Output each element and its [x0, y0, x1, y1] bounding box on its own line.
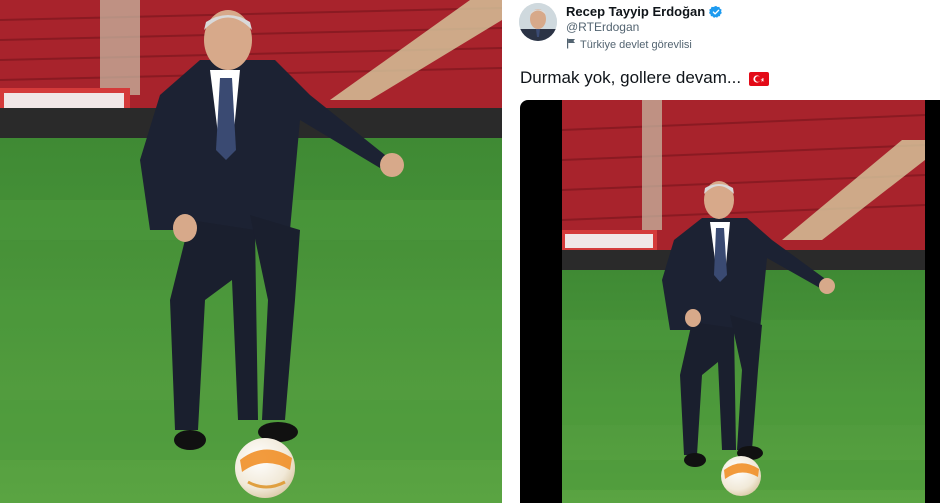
tweet-body: Durmak yok, gollere devam...	[520, 68, 742, 87]
tweet-card[interactable]: Recep Tayyip Erdoğan @RTErdogan Türkiye …	[508, 0, 940, 503]
verified-badge-icon	[709, 5, 723, 19]
avatar[interactable]	[519, 3, 557, 41]
author-handle[interactable]: @RTErdogan	[566, 20, 639, 34]
author-row[interactable]: Recep Tayyip Erdoğan	[566, 4, 723, 19]
author-name[interactable]: Recep Tayyip Erdoğan	[566, 4, 705, 19]
turkey-flag-icon	[749, 71, 770, 86]
tweet-media[interactable]	[520, 100, 940, 503]
player-photo	[0, 0, 502, 503]
avatar-image	[519, 3, 557, 41]
photo-left	[0, 0, 502, 503]
tweet-text: Durmak yok, gollere devam...	[520, 68, 770, 88]
tweet-media-image	[562, 100, 925, 503]
flag-label-icon	[566, 38, 576, 52]
account-label-text: Türkiye devlet görevlisi	[580, 39, 692, 51]
account-label: Türkiye devlet görevlisi	[566, 38, 692, 52]
